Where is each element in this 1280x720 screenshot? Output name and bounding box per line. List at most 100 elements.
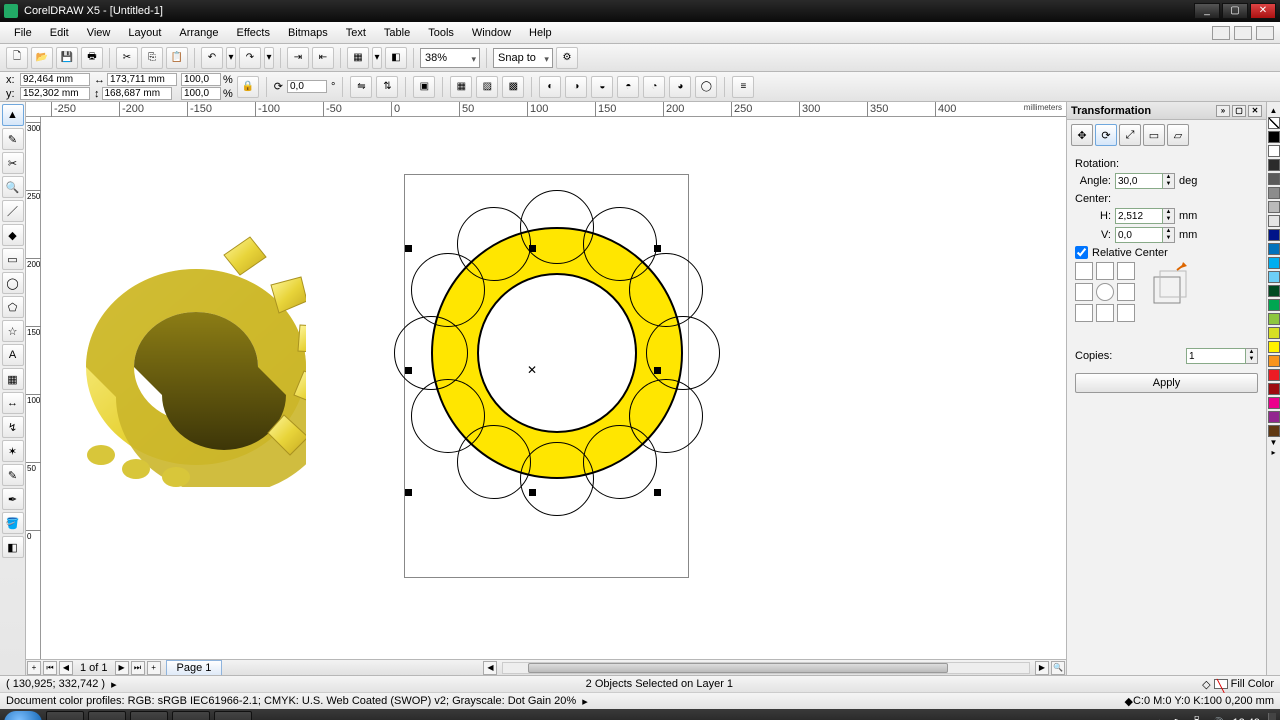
palette-up-button[interactable]: ▲ — [1268, 106, 1280, 116]
align-button[interactable]: ≡ — [732, 76, 754, 98]
doc-close-button[interactable] — [1256, 26, 1274, 40]
ruler-horizontal[interactable]: millimeters -250 -200 -150 -100 -50 0 50… — [26, 102, 1066, 117]
angle-spinner[interactable]: ▲▼ — [1163, 173, 1175, 189]
color-swatch[interactable] — [1268, 397, 1280, 409]
interactive-tool[interactable]: ✶ — [2, 440, 24, 462]
menu-layout[interactable]: Layout — [120, 25, 169, 41]
cut-button[interactable]: ✂ — [116, 47, 138, 69]
last-page-button[interactable]: ⏭ — [131, 661, 145, 675]
eyedropper-tool[interactable]: ✎ — [2, 464, 24, 486]
color-swatch[interactable] — [1268, 201, 1280, 213]
color-swatch[interactable] — [1268, 229, 1280, 241]
color-swatch[interactable] — [1268, 131, 1280, 143]
color-swatch[interactable] — [1268, 145, 1280, 157]
horizontal-scrollbar[interactable] — [502, 662, 1030, 674]
profiles-flyout-icon[interactable]: ▸ — [582, 695, 588, 708]
anchor-ml[interactable] — [1075, 283, 1093, 301]
menu-table[interactable]: Table — [376, 25, 418, 41]
menu-bitmaps[interactable]: Bitmaps — [280, 25, 336, 41]
anchor-tr[interactable] — [1117, 262, 1135, 280]
copy-button[interactable]: ⎘ — [141, 47, 163, 69]
y-field[interactable]: 152,302 mm — [20, 87, 90, 100]
show-desktop-button[interactable] — [1268, 713, 1276, 720]
color-swatch[interactable] — [1268, 411, 1280, 423]
color-swatch[interactable] — [1268, 299, 1280, 311]
selection-handle[interactable] — [405, 489, 412, 496]
anchor-tl[interactable] — [1075, 262, 1093, 280]
app-launcher-dropdown[interactable]: ▾ — [372, 47, 382, 69]
selection-handle[interactable] — [654, 367, 661, 374]
trim-button[interactable]: ◑ — [565, 76, 587, 98]
task-firefox[interactable] — [130, 711, 168, 720]
first-page-button[interactable]: ⏮ — [43, 661, 57, 675]
front-minus-back-button[interactable]: ◔ — [643, 76, 665, 98]
add-page-after-button[interactable]: + — [147, 661, 161, 675]
apply-button[interactable]: Apply — [1075, 373, 1258, 393]
anchor-bl[interactable] — [1075, 304, 1093, 322]
weld-button[interactable]: ◐ — [539, 76, 561, 98]
angle-input[interactable] — [1115, 173, 1163, 189]
new-button[interactable]: 🗋 — [6, 47, 28, 69]
crop-tool[interactable]: ✂ — [2, 152, 24, 174]
import-button[interactable]: ⇥ — [287, 47, 309, 69]
snapto-combo[interactable]: Snap to — [493, 48, 553, 68]
center-h-spinner[interactable]: ▲▼ — [1163, 208, 1175, 224]
paste-button[interactable]: 📋 — [166, 47, 188, 69]
drawing-canvas[interactable]: ✕ — [41, 117, 1066, 659]
doc-restore-button[interactable] — [1234, 26, 1252, 40]
color-swatch[interactable] — [1268, 313, 1280, 325]
inner-ring[interactable] — [477, 273, 637, 433]
doc-minimize-button[interactable] — [1212, 26, 1230, 40]
small-circle[interactable] — [520, 442, 594, 516]
small-circle[interactable] — [629, 253, 703, 327]
redo-button[interactable]: ↷ — [239, 47, 261, 69]
options-button[interactable]: ⚙ — [556, 47, 578, 69]
shape-tool[interactable]: ✎ — [2, 128, 24, 150]
pick-tool[interactable]: ▲ — [2, 104, 24, 126]
color-swatch[interactable] — [1268, 383, 1280, 395]
interactive-fill-tool[interactable]: ◧ — [2, 536, 24, 558]
tab-position[interactable]: ✥ — [1071, 124, 1093, 146]
selection-handle[interactable] — [654, 489, 661, 496]
menu-arrange[interactable]: Arrange — [171, 25, 226, 41]
open-button[interactable]: 📂 — [31, 47, 53, 69]
selection-handle[interactable] — [529, 489, 536, 496]
menu-text[interactable]: Text — [338, 25, 374, 41]
to-front-button[interactable]: ▣ — [413, 76, 435, 98]
tab-skew[interactable]: ▱ — [1167, 124, 1189, 146]
simplify-button[interactable]: ◓ — [617, 76, 639, 98]
menu-file[interactable]: File — [6, 25, 40, 41]
anchor-center[interactable] — [1096, 283, 1114, 301]
tab-rotate[interactable]: ⟳ — [1095, 124, 1117, 146]
scale-x-field[interactable]: 100,0 — [181, 73, 221, 86]
dimension-tool[interactable]: ↔ — [2, 392, 24, 414]
mirror-v-button[interactable]: ⇅ — [376, 76, 398, 98]
mirror-h-button[interactable]: ⇋ — [350, 76, 372, 98]
copies-spinner[interactable]: ▲▼ — [1246, 348, 1258, 364]
center-h-input[interactable] — [1115, 208, 1163, 224]
maximize-button[interactable]: ▢ — [1222, 3, 1248, 19]
color-swatch[interactable] — [1268, 215, 1280, 227]
export-button[interactable]: ⇤ — [312, 47, 334, 69]
boundary-button[interactable]: ◯ — [695, 76, 717, 98]
docker-undock-button[interactable]: ▢ — [1232, 105, 1246, 117]
anchor-bc[interactable] — [1096, 304, 1114, 322]
connector-tool[interactable]: ↯ — [2, 416, 24, 438]
fill-none-swatch[interactable]: ╲ — [1214, 679, 1228, 689]
task-word[interactable] — [214, 711, 252, 720]
print-button[interactable]: 🖶 — [81, 47, 103, 69]
next-page-button[interactable]: ▶ — [115, 661, 129, 675]
ungroup-button[interactable]: ▨ — [476, 76, 498, 98]
selection-handle[interactable] — [529, 245, 536, 252]
no-fill-swatch[interactable] — [1268, 117, 1280, 129]
anchor-mr[interactable] — [1117, 283, 1135, 301]
scrollbar-thumb[interactable] — [528, 663, 948, 673]
task-coreldraw[interactable] — [172, 711, 210, 720]
start-button[interactable] — [4, 711, 42, 720]
ellipse-tool[interactable]: ◯ — [2, 272, 24, 294]
center-v-input[interactable] — [1115, 227, 1163, 243]
selection-handle[interactable] — [405, 367, 412, 374]
color-swatch[interactable] — [1268, 257, 1280, 269]
center-v-spinner[interactable]: ▲▼ — [1163, 227, 1175, 243]
small-circle[interactable] — [394, 316, 468, 390]
